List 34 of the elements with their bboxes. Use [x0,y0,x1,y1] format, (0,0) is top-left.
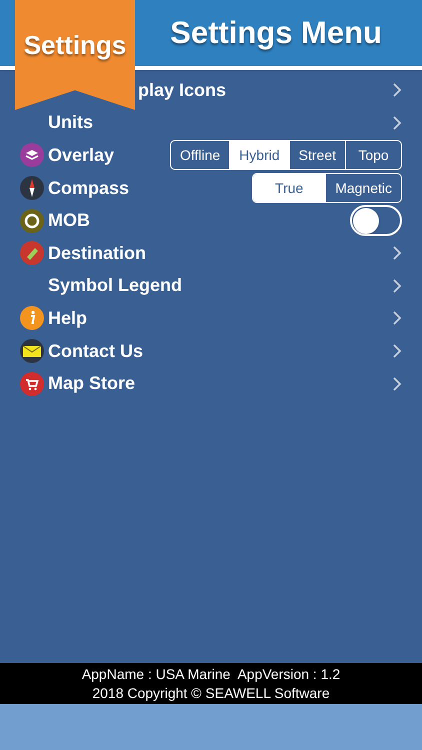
segment-option[interactable]: True [253,174,326,202]
header-title: Settings Menu [170,14,382,52]
segment-option[interactable]: Street [288,141,345,170]
chevron-right-icon [392,82,402,98]
compass-icon [20,176,44,200]
footer-text: 2018 Copyright © SEAWELL Software [92,684,330,702]
lifebuoy-icon [20,208,44,233]
menu-item-label[interactable]: Symbol Legend [48,272,182,300]
chevron-right-icon [392,245,402,262]
ribbon-label: Settings [24,29,126,62]
footer-text: AppName : USA Marine AppVersion : 1.2 [82,664,340,684]
menu-item-label[interactable]: Units [48,109,93,136]
segment-option[interactable]: Topo [345,141,401,170]
envelope-icon [20,339,44,364]
menu-item-label[interactable]: Help [48,304,88,332]
cart-icon [20,372,44,396]
segment-option[interactable]: Offline [170,141,230,170]
chevron-right-icon [392,343,402,360]
toggle-switch[interactable] [350,205,402,236]
layers-icon [20,143,44,168]
chevron-right-icon [392,376,402,392]
menu-item-label[interactable]: Destination [48,240,146,267]
menu-item-label[interactable]: Compass [48,174,130,202]
chevron-right-icon [392,114,402,131]
menu-item-label[interactable]: play Icons [138,76,226,104]
chevron-right-icon [392,278,402,294]
info-icon [20,306,44,330]
menu-item-label[interactable]: MOB [48,207,90,234]
segment-option[interactable]: Magnetic [325,174,401,202]
menu-item-label[interactable]: Contact Us [48,338,144,365]
segment-option[interactable]: Hybrid [229,141,289,170]
menu-item-label[interactable]: Map Store [48,370,136,398]
chevron-right-icon [392,310,402,326]
menu-item-label[interactable]: Overlay [48,142,114,169]
